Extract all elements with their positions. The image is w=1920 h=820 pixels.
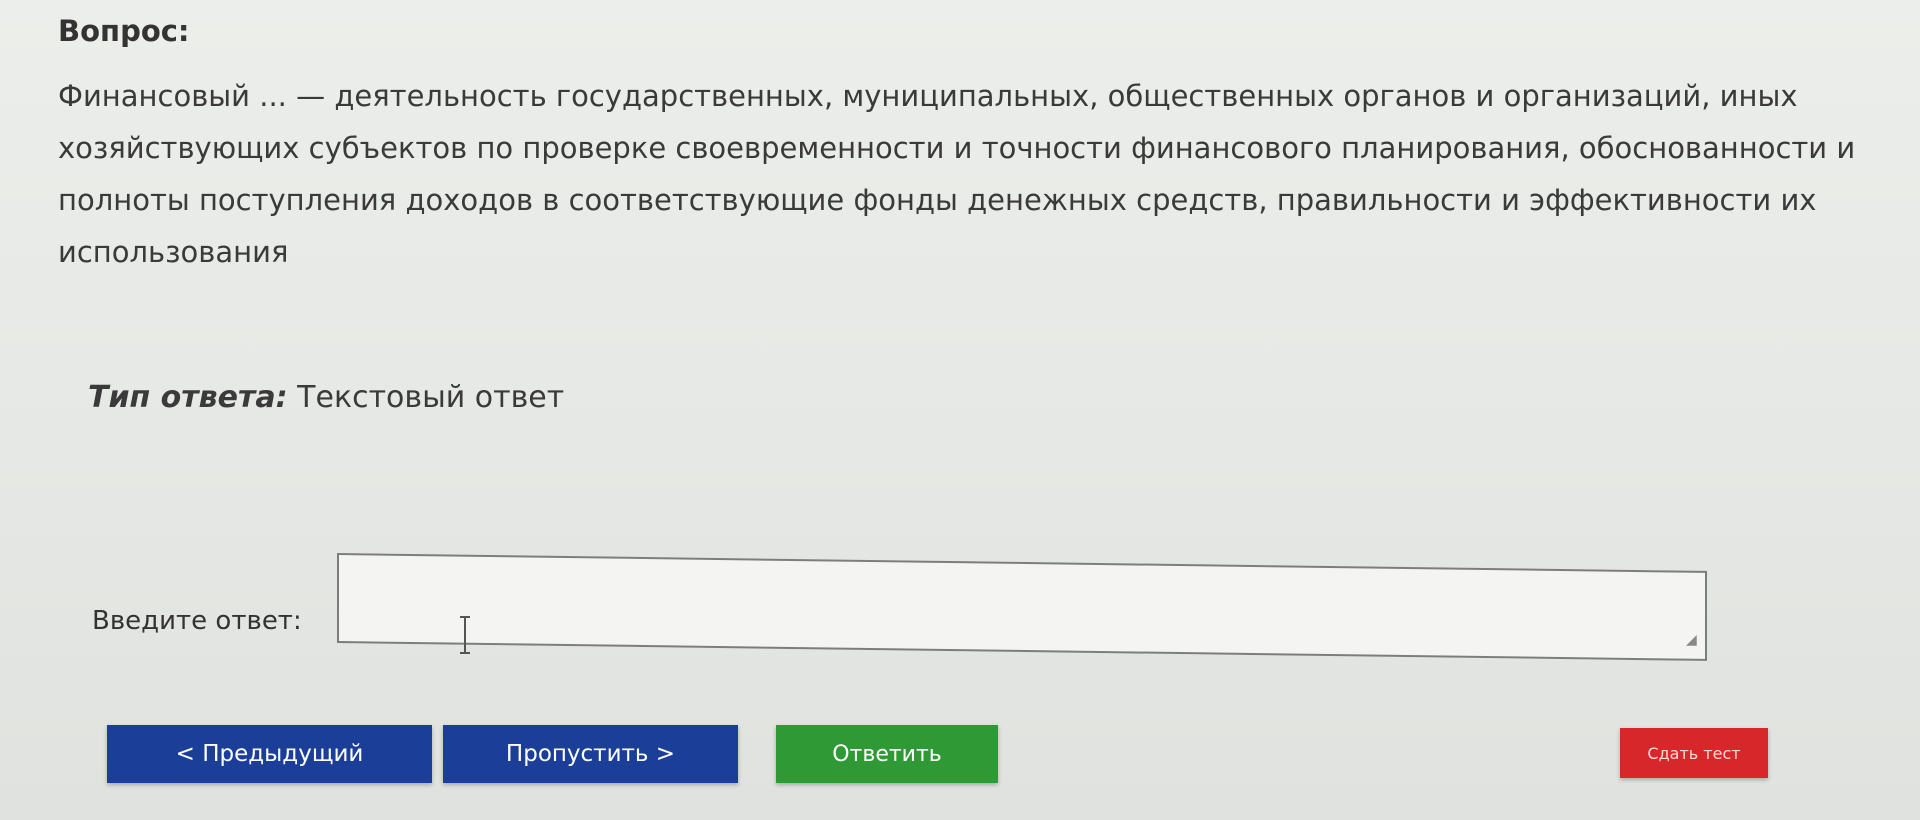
- skip-button[interactable]: Пропустить >: [443, 725, 738, 783]
- answer-type-label: Тип ответа:: [88, 380, 288, 415]
- question-heading: Вопрос:: [58, 14, 190, 48]
- finish-test-button[interactable]: Сдать тест: [1620, 728, 1768, 778]
- test-page: Вопрос: Финансовый ... — деятельность го…: [0, 0, 1920, 820]
- question-text: Финансовый ... — деятельность государств…: [58, 79, 1856, 269]
- answer-prompt-label: Введите ответ:: [92, 606, 302, 636]
- resize-handle-icon[interactable]: ◢: [1686, 632, 1697, 648]
- answer-button[interactable]: Ответить: [776, 725, 998, 783]
- text-cursor-icon: [460, 616, 470, 654]
- answer-input[interactable]: [337, 553, 1707, 661]
- answer-type: Тип ответа: Текстовый ответ: [88, 380, 564, 415]
- answer-type-value: Текстовый ответ: [297, 380, 565, 415]
- previous-button[interactable]: < Предыдущий: [107, 725, 432, 783]
